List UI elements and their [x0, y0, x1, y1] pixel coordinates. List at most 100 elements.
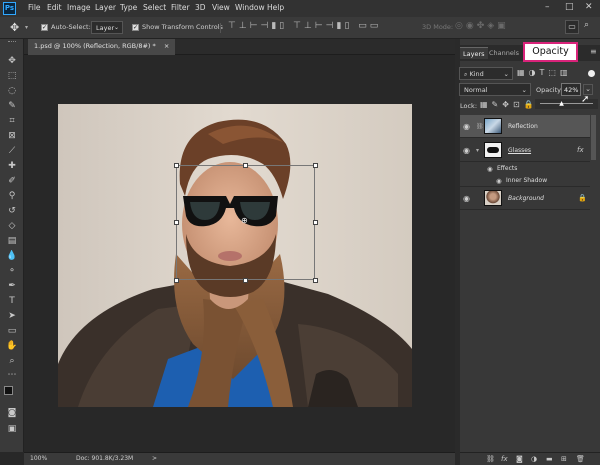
fx-badge[interactable]: fx [577, 146, 584, 154]
more-tools-icon[interactable]: ⋯ [4, 369, 20, 382]
new-layer-icon[interactable]: ⊞ [561, 455, 567, 463]
move-tool-icon[interactable]: ✥ [10, 21, 19, 34]
eye-icon[interactable]: ◉ [463, 194, 470, 203]
menu-view[interactable]: View [212, 3, 230, 12]
menu-layer[interactable]: Layer [95, 3, 116, 12]
eye-icon[interactable]: ◉ [496, 177, 502, 185]
opacity-slider-thumb[interactable]: ▲ [559, 100, 564, 107]
auto-select-value: Layer [96, 24, 115, 32]
restore-icon[interactable]: □ [565, 2, 574, 12]
workspace-icon[interactable]: ▭ [565, 20, 579, 34]
layer-row-glasses[interactable]: ◉ ▾ Glasses fx [460, 139, 590, 162]
transform-handle[interactable] [313, 220, 318, 225]
dodge-tool-icon[interactable]: ⚬ [4, 265, 20, 278]
close-icon[interactable]: ✕ [585, 2, 593, 12]
transform-handle[interactable] [174, 278, 179, 283]
move-tool-icon[interactable]: ✥ [4, 55, 20, 68]
crop-tool-icon[interactable]: ⌗ [4, 115, 20, 128]
menu-filter[interactable]: Filter [171, 3, 190, 12]
tab-channels[interactable]: Channels [486, 47, 522, 59]
menu-3d[interactable]: 3D [195, 3, 206, 12]
3d-tool-icons[interactable]: ◎◉✤◈▣ [455, 21, 509, 31]
search-icon[interactable]: ⌕ [584, 20, 589, 30]
filter-type-icons[interactable]: ▦◑T⬚▥ [517, 68, 572, 77]
quick-mask-icon[interactable]: ◙ [4, 407, 20, 420]
eye-icon[interactable]: ◉ [463, 122, 470, 131]
marquee-tool-icon[interactable]: ⬚ [4, 70, 20, 83]
brush-tool-icon[interactable]: ✐ [4, 175, 20, 188]
blend-mode-dropdown[interactable]: Normal ⌄ [459, 83, 531, 96]
transform-handle[interactable] [243, 278, 248, 283]
lasso-tool-icon[interactable]: ◌ [4, 85, 20, 98]
new-group-icon[interactable]: ▬ [546, 455, 553, 463]
transform-handle[interactable] [174, 220, 179, 225]
align-icons[interactable]: ⊤⊥⊢⊣▮▯ ⊤⊥⊢⊣▮▯ ▭▭ [228, 21, 381, 31]
healing-tool-icon[interactable]: ✚ [4, 160, 20, 173]
path-select-tool-icon[interactable]: ➤ [4, 310, 20, 323]
zoom-tool-icon[interactable]: ⌕ [4, 355, 20, 368]
layers-scrollbar[interactable] [591, 115, 596, 160]
show-transform-checkbox[interactable]: ✓ [132, 24, 139, 31]
close-tab-icon[interactable]: × [164, 42, 169, 50]
hand-tool-icon[interactable]: ✋ [4, 340, 20, 353]
auto-select-checkbox[interactable]: ✓ [41, 24, 48, 31]
add-style-icon[interactable]: fx [501, 455, 508, 463]
transform-handle[interactable] [243, 163, 248, 168]
tab-layers[interactable]: Layers [460, 47, 488, 59]
screen-mode-icon[interactable]: ▣ [4, 423, 20, 436]
foreground-color-swatch[interactable] [4, 386, 13, 395]
blur-tool-icon[interactable]: 💧 [4, 250, 20, 263]
rectangle-tool-icon[interactable]: ▭ [4, 325, 20, 338]
layer-name[interactable]: Glasses [508, 147, 531, 154]
eraser-tool-icon[interactable]: ◇ [4, 220, 20, 233]
document-tab[interactable]: 1.psd @ 100% (Reflection, RGB/8#) * × [28, 39, 176, 55]
lock-label: Lock: [460, 102, 478, 110]
filter-kind-dropdown[interactable]: ⌕ Kind ⌄ [459, 67, 513, 80]
eye-icon[interactable]: ◉ [463, 146, 470, 155]
gradient-tool-icon[interactable]: ▤ [4, 235, 20, 248]
adjustment-layer-icon[interactable]: ◑ [531, 455, 537, 463]
status-menu-arrow[interactable]: > [152, 455, 157, 462]
minimize-icon[interactable]: – [545, 2, 550, 12]
transform-handle[interactable] [313, 278, 318, 283]
auto-select-dropdown[interactable]: Layer ⌄ [91, 21, 123, 34]
zoom-level[interactable]: 100% [30, 455, 47, 462]
layer-name[interactable]: Reflection [508, 123, 538, 130]
menu-help[interactable]: Help [267, 3, 284, 12]
filter-toggle-icon[interactable] [588, 70, 595, 77]
link-layers-icon[interactable]: ⛓ [486, 455, 495, 463]
stamp-tool-icon[interactable]: ⚲ [4, 190, 20, 203]
eyedropper-tool-icon[interactable]: ⟋ [4, 145, 20, 158]
delete-layer-icon[interactable]: 🗑 [576, 455, 585, 463]
menu-window[interactable]: Window [235, 3, 265, 12]
chevron-down-icon[interactable]: ▾ [25, 24, 28, 31]
mouse-cursor-icon: ➚ [581, 94, 590, 105]
menu-file[interactable]: File [28, 3, 41, 12]
inner-shadow-row[interactable]: ◉ Inner Shadow [460, 175, 590, 187]
layer-row-background[interactable]: ◉ Background 🔒 [460, 187, 590, 210]
history-brush-tool-icon[interactable]: ↺ [4, 205, 20, 218]
quick-select-tool-icon[interactable]: ✎ [4, 100, 20, 113]
inner-shadow-label: Inner Shadow [506, 177, 548, 184]
effects-row[interactable]: ◉ Effects [460, 163, 590, 175]
lock-icons[interactable]: ▦✎✥⊡🔒 [480, 100, 538, 109]
opacity-input[interactable]: 42% [561, 83, 581, 96]
pen-tool-icon[interactable]: ✒ [4, 280, 20, 293]
eye-icon[interactable]: ◉ [487, 165, 493, 173]
expand-arrow-icon[interactable]: ▾ [476, 147, 479, 154]
layer-name[interactable]: Background [508, 195, 544, 202]
type-tool-icon[interactable]: T [4, 295, 20, 308]
menu-image[interactable]: Image [67, 3, 91, 12]
show-transform-label: Show Transform Controls [142, 23, 223, 31]
panel-menu-icon[interactable]: ≡ [590, 47, 597, 56]
transform-handle[interactable] [313, 163, 318, 168]
layer-row-reflection[interactable]: ◉ ⛓ Reflection [460, 115, 590, 138]
transform-center-icon[interactable]: ⊕ [241, 216, 248, 225]
transform-handle[interactable] [174, 163, 179, 168]
menu-edit[interactable]: Edit [47, 3, 62, 12]
menu-select[interactable]: Select [143, 3, 166, 12]
menu-type[interactable]: Type [120, 3, 137, 12]
3d-mode-label: 3D Mode: [422, 23, 454, 31]
add-mask-icon[interactable]: ◙ [516, 455, 523, 463]
frame-tool-icon[interactable]: ⊠ [4, 130, 20, 143]
